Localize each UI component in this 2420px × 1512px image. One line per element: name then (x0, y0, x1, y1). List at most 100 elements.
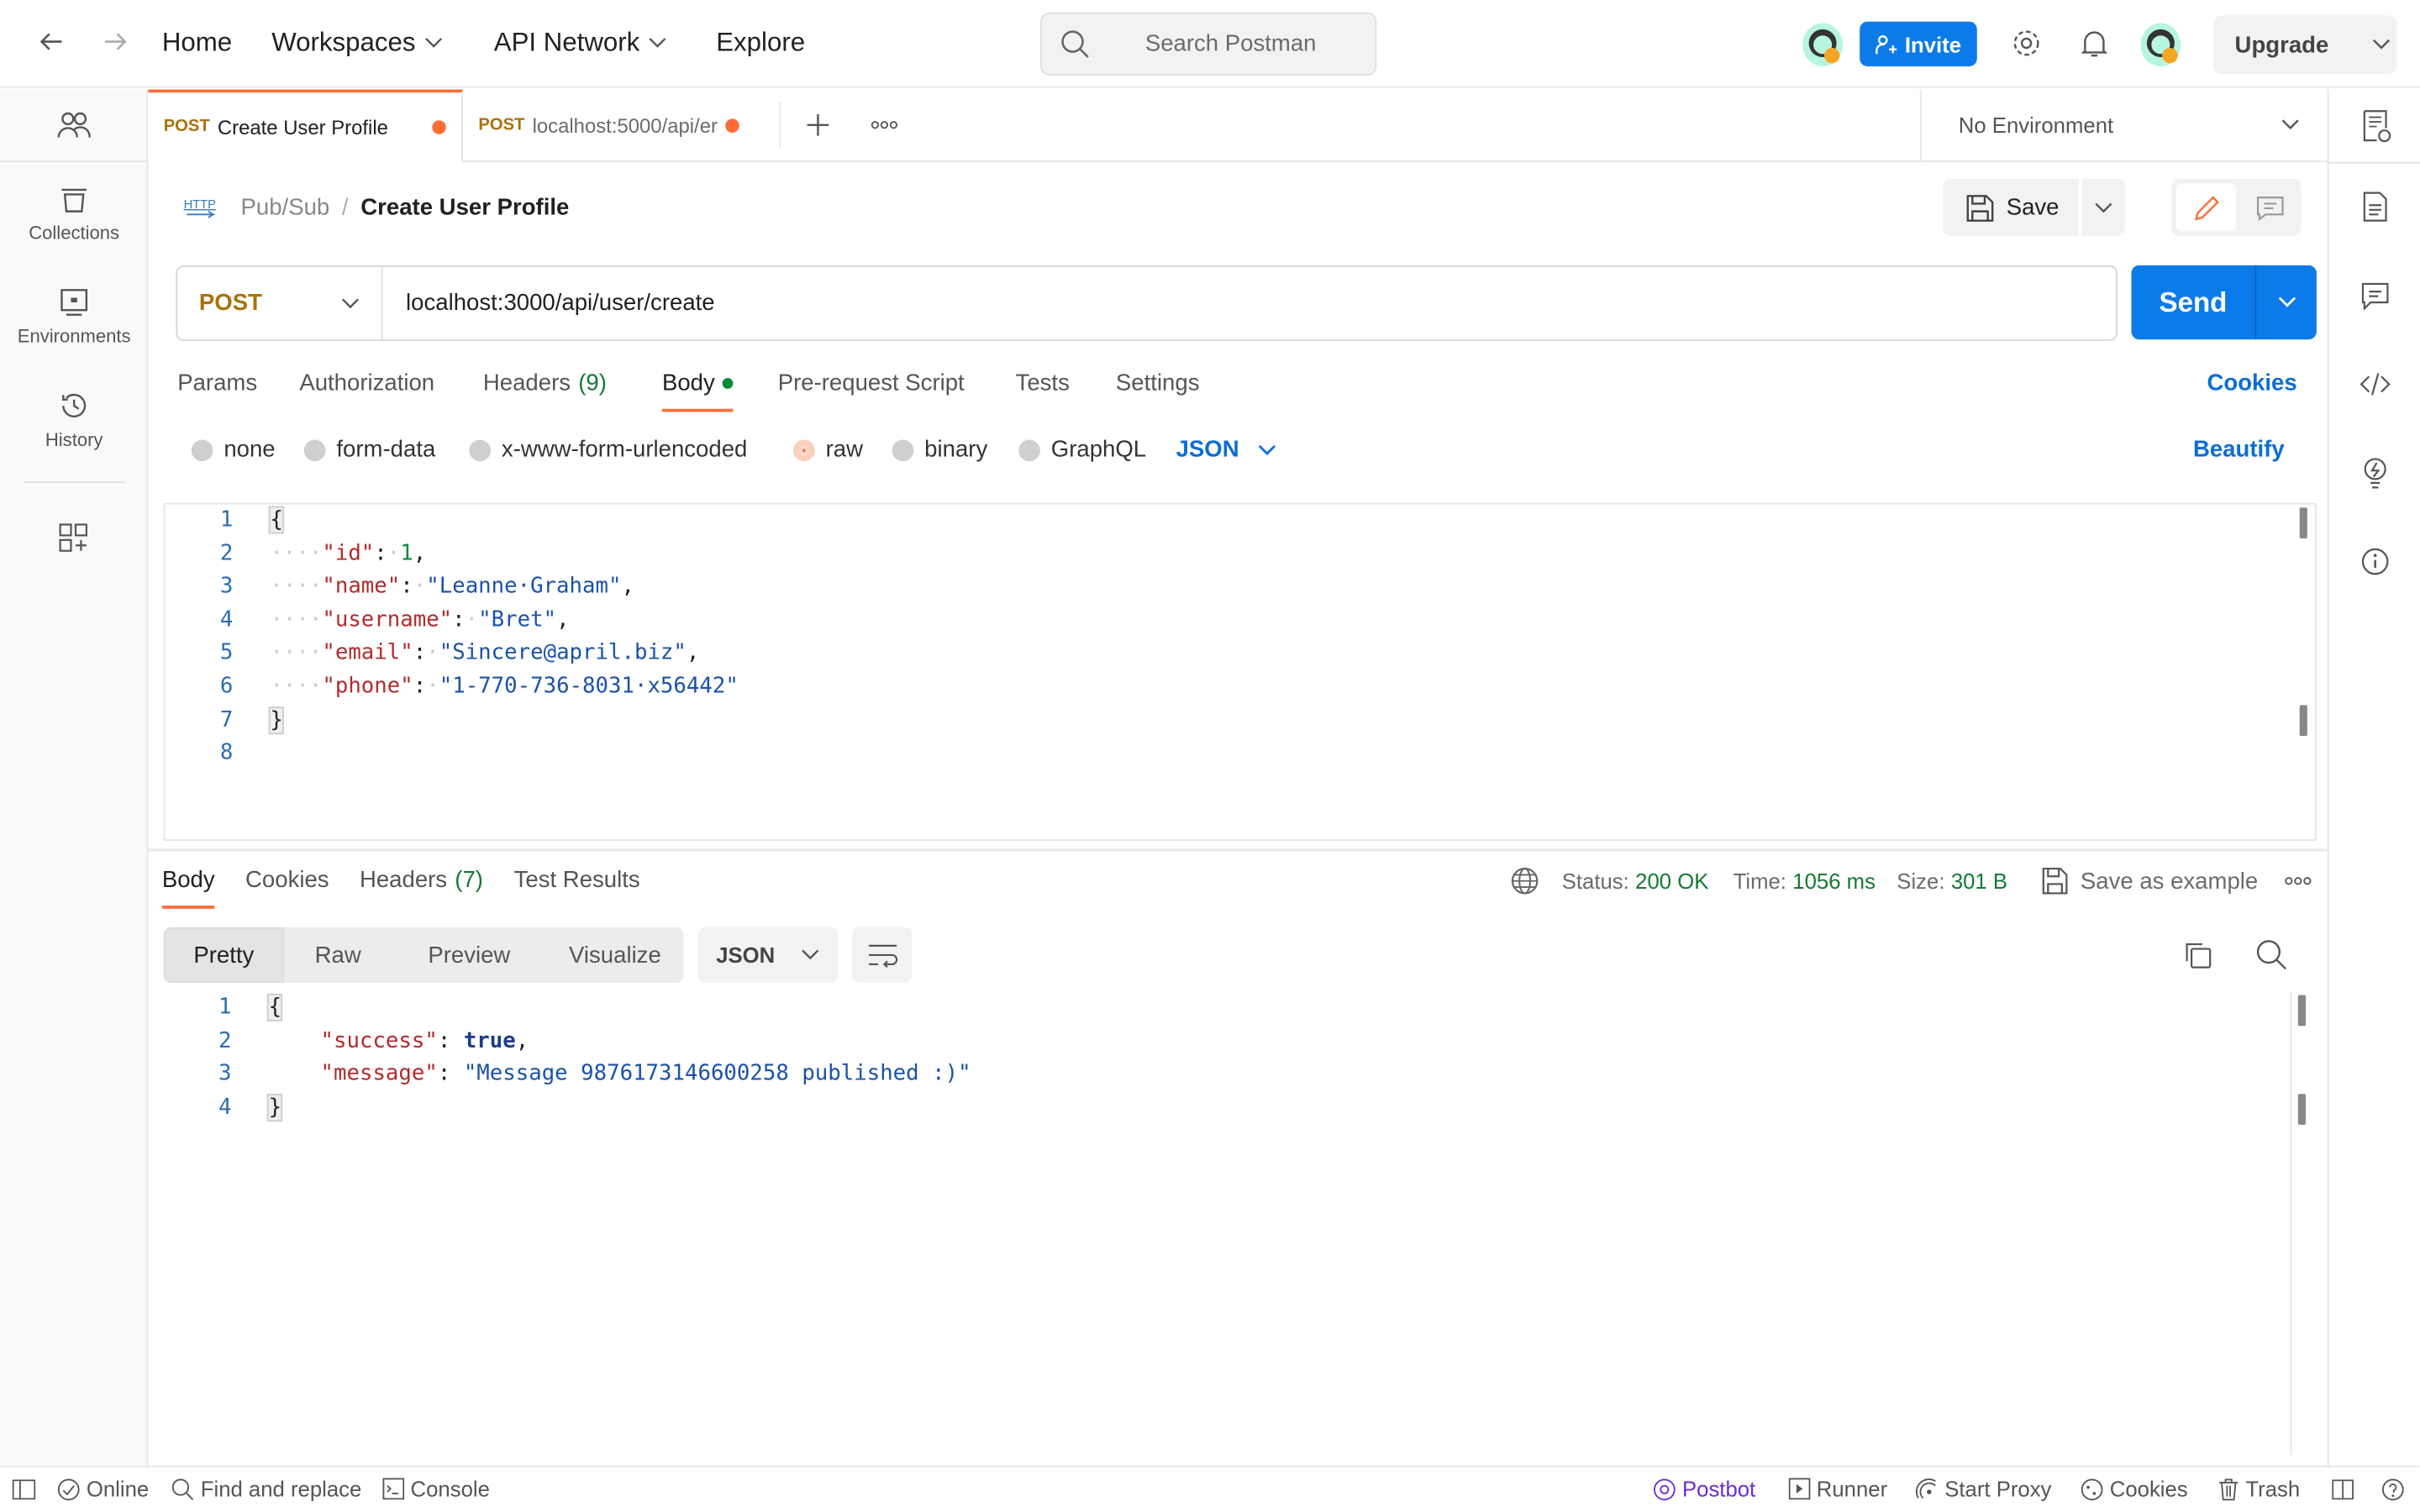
method-select[interactable]: POST (177, 266, 383, 340)
bell-icon[interactable] (2081, 28, 2108, 59)
view-mode-preview[interactable]: Preview (392, 927, 547, 983)
code-icon[interactable] (2360, 372, 2391, 396)
add-apps-icon[interactable] (59, 523, 90, 554)
nav-home[interactable]: Home (162, 28, 232, 59)
tab-pre-request-script[interactable]: Pre-request Script (778, 370, 965, 396)
gear-icon[interactable] (2011, 28, 2042, 59)
view-mode-raw[interactable]: Raw (284, 927, 392, 983)
nav-api-network[interactable]: API Network (494, 28, 668, 59)
lightbulb-icon[interactable] (2361, 457, 2389, 491)
comments-icon[interactable] (2361, 282, 2389, 311)
upgrade-button[interactable]: Upgrade (2212, 15, 2397, 75)
save-as-example-button[interactable]: Save as example (2042, 867, 2258, 895)
more-icon[interactable] (2284, 876, 2312, 885)
tab-params[interactable]: Params (177, 370, 257, 396)
sidebar-item-environments[interactable]: Environments (0, 288, 148, 347)
user-avatar[interactable] (2139, 22, 2182, 68)
find-and-replace-button[interactable]: Find and replace (171, 1477, 361, 1501)
environment-quick-look-icon[interactable] (2361, 109, 2392, 143)
search-icon[interactable] (2256, 940, 2287, 971)
url-input[interactable]: localhost:3000/api/user/create (383, 290, 715, 316)
response-status[interactable]: Status: 200 OK (1562, 869, 1709, 893)
avatar[interactable] (1801, 22, 1844, 68)
tab-headers[interactable]: Headers (9) (483, 370, 607, 396)
response-tab-body[interactable]: Body (161, 867, 215, 909)
tab-create-user-profile[interactable]: POST Create User Profile (148, 88, 464, 161)
chevron-down-icon[interactable] (2372, 39, 2391, 51)
view-mode-visualize[interactable]: Visualize (546, 927, 683, 983)
request-body-editor[interactable]: 1{2 ····"id":·1, 3 ····"name":·"Leanne·Grah… (163, 502, 2317, 842)
documentation-icon[interactable] (2363, 192, 2387, 223)
cookies-button[interactable]: Cookies (2081, 1477, 2188, 1501)
chevron-down-icon[interactable] (2256, 297, 2317, 309)
online-status[interactable]: Online (57, 1477, 149, 1501)
response-time[interactable]: Time: 1056 ms (1733, 869, 1876, 893)
edit-mode-button[interactable] (2175, 183, 2237, 232)
trash-button[interactable]: Trash (2217, 1477, 2300, 1501)
globe-icon[interactable] (1511, 867, 1539, 895)
team-icon[interactable] (0, 90, 147, 162)
runner-button[interactable]: Runner (1788, 1477, 1887, 1501)
response-body-viewer[interactable]: 1 {2 "success": true, 3 "message": "Messag… (164, 992, 2317, 1455)
invite-button[interactable]: Invite (1860, 21, 1977, 66)
check-circle-icon (57, 1478, 80, 1500)
postbot-button[interactable]: Postbot (1653, 1477, 1755, 1501)
view-mode-pretty[interactable]: Pretty (163, 927, 284, 983)
postbot-icon (1654, 1478, 1676, 1500)
nav-workspaces[interactable]: Workspaces (271, 28, 443, 59)
save-button[interactable]: Save (1943, 179, 2080, 237)
radio-binary[interactable]: binary (892, 437, 987, 463)
right-sidebar (2327, 89, 2420, 1466)
scrollbar[interactable] (2297, 995, 2307, 1026)
toggle-sidebar-icon[interactable] (12, 1479, 36, 1500)
plus-icon[interactable] (806, 113, 830, 137)
save-options-button[interactable] (2081, 179, 2126, 237)
comment-mode-button[interactable] (2243, 184, 2298, 232)
console-button[interactable]: Console (382, 1477, 490, 1501)
back-arrow-icon[interactable] (37, 28, 65, 55)
two-pane-view-icon[interactable] (2332, 1479, 2354, 1500)
response-tab-test-results[interactable]: Test Results (514, 867, 640, 893)
nav-explore[interactable]: Explore (716, 28, 805, 59)
breadcrumb-parent[interactable]: Pub/Sub (241, 194, 330, 220)
scrollbar[interactable] (2299, 507, 2307, 539)
pencil-icon (2192, 194, 2220, 222)
sidebar-item-label: Collections (29, 222, 120, 244)
response-tab-headers[interactable]: Headers (7) (360, 867, 483, 893)
scrollbar[interactable] (2299, 705, 2307, 737)
body-format-select[interactable]: JSON (1176, 437, 1276, 463)
radio-none[interactable]: none (191, 437, 276, 463)
radio-x-www-form-urlencoded[interactable]: x-www-form-urlencoded (469, 437, 747, 463)
forward-arrow-icon[interactable] (102, 28, 129, 55)
tab-settings[interactable]: Settings (1116, 370, 1200, 396)
sidebar-item-collections[interactable]: Collections (0, 185, 148, 244)
response-size[interactable]: Size: 301 B (1897, 869, 2007, 893)
sidebar-item-history[interactable]: History (0, 392, 148, 450)
response-format-select[interactable]: JSON (697, 927, 839, 983)
info-icon[interactable] (2361, 548, 2389, 575)
tab-authorization[interactable]: Authorization (299, 370, 434, 396)
send-button[interactable]: Send (2131, 265, 2317, 340)
unsaved-dot (725, 118, 739, 133)
response-tab-cookies[interactable]: Cookies (245, 867, 329, 893)
wrap-lines-button[interactable] (851, 927, 913, 983)
pane-divider[interactable] (148, 848, 2328, 852)
page-title[interactable]: Create User Profile (360, 194, 569, 220)
environment-selector[interactable]: No Environment (1919, 89, 2328, 162)
help-icon[interactable] (2381, 1478, 2405, 1502)
code-line: { (266, 993, 284, 1021)
scrollbar[interactable] (2297, 1094, 2307, 1125)
more-icon[interactable] (871, 120, 898, 129)
code-line: "message": "Message 9876173146600258 pub… (269, 1062, 971, 1086)
copy-icon[interactable] (2184, 941, 2212, 969)
radio-form-data[interactable]: form-data (303, 437, 435, 463)
beautify-link[interactable]: Beautify (2193, 437, 2285, 463)
radio-graphql[interactable]: GraphQL (1018, 437, 1146, 463)
cookies-link[interactable]: Cookies (2207, 370, 2296, 396)
tab-tests[interactable]: Tests (1016, 370, 1070, 396)
tab-localhost-5000[interactable]: POST localhost:5000/api/er (463, 102, 781, 149)
start-proxy-button[interactable]: Start Proxy (1915, 1477, 2051, 1501)
search-input[interactable]: Search Postman (1039, 12, 1377, 76)
radio-raw[interactable]: raw (793, 437, 863, 463)
tab-body[interactable]: Body (661, 370, 734, 412)
